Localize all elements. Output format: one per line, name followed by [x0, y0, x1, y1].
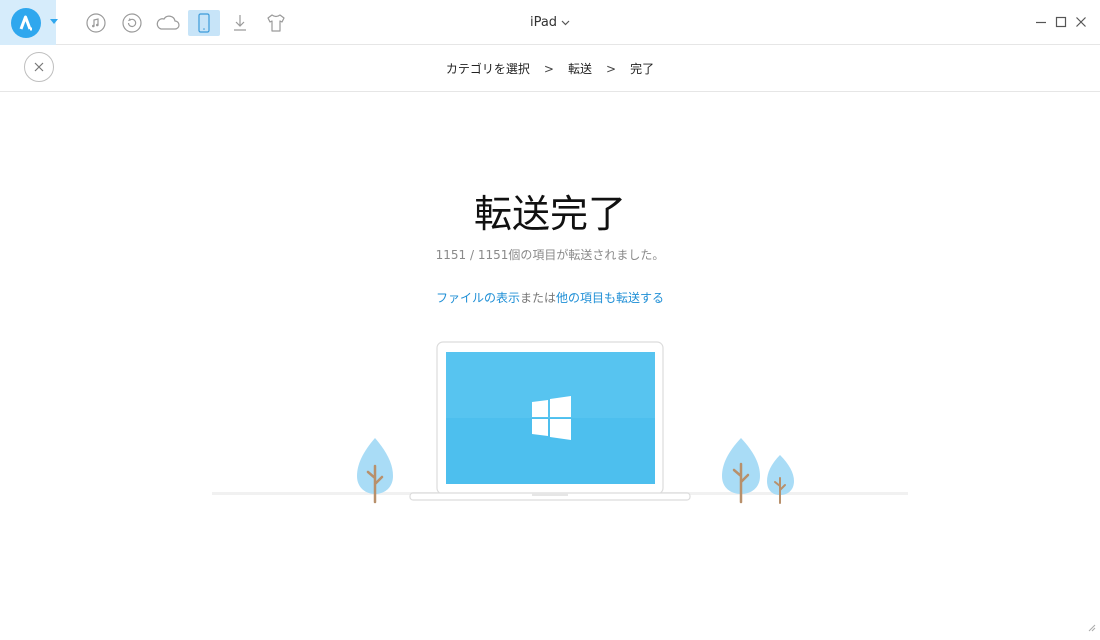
app-menu-button[interactable] — [0, 0, 58, 45]
minimize-icon[interactable] — [1033, 14, 1049, 30]
step-bar: カテゴリを選択 > 転送 > 完了 — [0, 46, 1100, 92]
action-links: ファイルの表示または他の項目も転送する — [0, 289, 1100, 306]
title-bar: iPad — [0, 0, 1100, 45]
step-transfer: 転送 — [567, 62, 592, 76]
cloud-icon[interactable] — [152, 10, 184, 36]
app-logo-icon — [11, 8, 41, 38]
transfer-more-link[interactable]: 他の項目も転送する — [556, 291, 664, 305]
tree-illustration — [767, 455, 794, 504]
step-separator: > — [606, 61, 617, 76]
step-separator: > — [543, 61, 554, 76]
close-transfer-button[interactable] — [24, 52, 54, 82]
restore-icon[interactable] — [116, 10, 148, 36]
tshirt-icon[interactable] — [260, 10, 292, 36]
transfer-summary: 1151 / 1151個の項目が転送されました。 — [435, 248, 665, 262]
device-name: iPad — [529, 15, 558, 30]
music-icon[interactable] — [80, 10, 112, 36]
close-icon[interactable] — [1073, 14, 1089, 30]
download-icon[interactable] — [224, 10, 256, 36]
device-icon[interactable] — [188, 10, 220, 36]
resize-grip-icon[interactable] — [1086, 617, 1096, 636]
step-complete: 完了 — [630, 62, 655, 76]
device-dropdown[interactable]: iPad — [530, 15, 570, 30]
view-files-link[interactable]: ファイルの表示 — [436, 291, 520, 305]
completion-illustration — [200, 330, 920, 514]
breadcrumb: カテゴリを選択 > 転送 > 完了 — [0, 46, 1100, 91]
chevron-down-icon — [50, 19, 58, 24]
chevron-down-icon — [561, 20, 570, 25]
step-select-category: カテゴリを選択 — [445, 62, 530, 76]
link-connector: または — [519, 291, 556, 305]
maximize-icon[interactable] — [1053, 14, 1069, 30]
close-icon — [34, 62, 44, 72]
laptop-illustration — [409, 341, 691, 501]
page-title: 転送完了 — [473, 192, 626, 236]
